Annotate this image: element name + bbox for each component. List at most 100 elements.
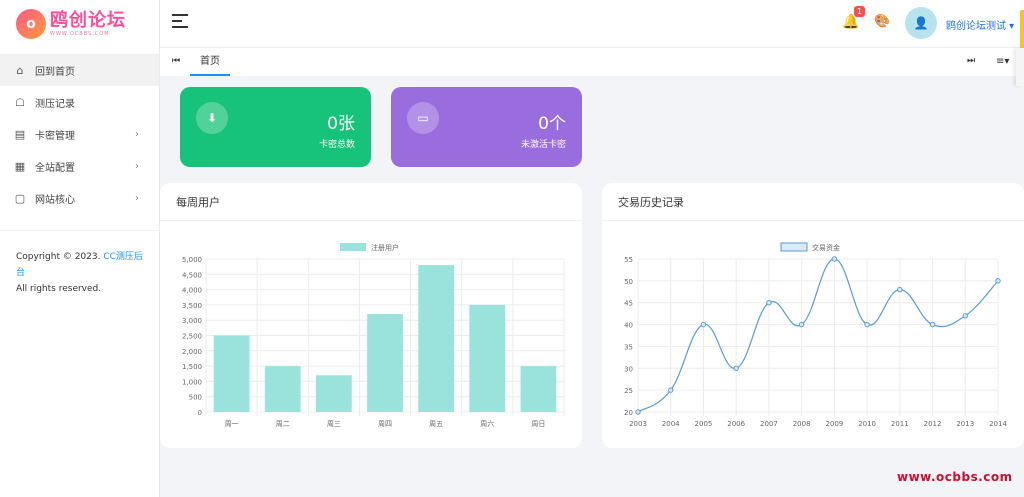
data-point [995, 278, 1001, 284]
x-tick-label: 周六 [480, 419, 494, 428]
sidebar-item-config[interactable]: ▦ 全站配置 › [0, 150, 159, 182]
legend-label: 注册用户 [371, 243, 399, 252]
y-tick-label: 1,000 [182, 378, 202, 386]
y-tick-label: 500 [189, 394, 202, 402]
chevron-right-icon: › [135, 160, 139, 172]
y-tick-label: 3,000 [182, 317, 202, 325]
y-tick-label: 35 [624, 343, 633, 351]
palette-icon[interactable]: 🎨 [874, 14, 890, 29]
data-point [897, 286, 903, 293]
last-tab-icon[interactable]: ⏭ [967, 56, 975, 66]
weekly-users-card: 每周用户 注册用户 0 500 1,000 1,500 2,000 2,500 3,000 3,… [160, 183, 582, 448]
transaction-history-chart: 交易资金 20 25 30 35 40 45 50 55 2003 2004 2005 2006 2007… [624, 242, 1007, 428]
first-tab-icon[interactable]: ⏮ [172, 56, 180, 66]
tab-menu-icon[interactable]: ≡▾ [996, 56, 1009, 67]
data-point [929, 321, 936, 328]
download-icon: ⬇ [196, 102, 228, 134]
card-icon: ▤ [14, 127, 26, 141]
series-line [637, 258, 999, 413]
x-tick-label: 周一 [225, 420, 239, 428]
stat-card-total-cards: ⬇ 0张 卡密总数 [180, 87, 371, 167]
bar [264, 366, 301, 412]
sidebar-item-label: 卡密管理 [35, 130, 75, 142]
y-tick-label: 4,500 [182, 271, 202, 279]
data-point [733, 365, 739, 371]
y-tick-label: 4,000 [182, 287, 202, 295]
bar [469, 304, 506, 412]
logo-subtitle: WWW.OCBBS.COM [50, 31, 110, 37]
copyright: Copyright © 2023. CC测压后台 All rights rese… [0, 230, 159, 297]
sidebar-item-records[interactable]: ☖ 测压记录 [0, 86, 159, 118]
file-icon: ▢ [14, 191, 26, 205]
legend-label: 交易资金 [812, 243, 840, 252]
x-tick-label: 2009 [825, 420, 843, 428]
x-tick-label: 2004 [662, 420, 680, 428]
menu-toggle-icon[interactable] [172, 14, 188, 30]
copyright-suffix: All rights reserved. [16, 284, 102, 294]
watermark: www.ocbbs.com [897, 470, 1013, 484]
x-tick-label: 2005 [695, 420, 713, 428]
x-tick-label: 周三 [327, 420, 341, 428]
x-tick-label: 2013 [956, 420, 974, 428]
side-handle[interactable] [1020, 10, 1024, 50]
message-icon: ▭ [407, 102, 439, 134]
logo[interactable]: o 鸥创论坛 WWW.OCBBS.COM [0, 0, 159, 48]
stat-label: 未激活卡密 [520, 140, 566, 150]
sidebar-item-home[interactable]: ⌂ 回到首页 [0, 54, 159, 86]
y-tick-label: 55 [624, 256, 633, 264]
sidebar: o 鸥创论坛 WWW.OCBBS.COM ⌂ 回到首页 ☖ 测压记录 ▤ 卡密管… [0, 0, 160, 497]
avatar[interactable]: 👤 [905, 7, 937, 39]
x-tick-label: 2012 [924, 420, 942, 428]
x-tick-label: 2003 [629, 420, 647, 428]
y-tick-label: 1,500 [182, 363, 202, 371]
stat-value: 0个 [538, 114, 566, 134]
data-point [635, 409, 641, 415]
sidebar-item-cards[interactable]: ▤ 卡密管理 › [0, 118, 159, 150]
tab-home[interactable]: 首页 [190, 48, 230, 76]
data-point [700, 321, 707, 328]
x-tick-label: 周四 [378, 420, 392, 428]
chevron-right-icon: › [135, 192, 139, 204]
data-point [831, 256, 838, 262]
y-tick-label: 5,000 [182, 256, 202, 264]
card-title: 交易历史记录 [602, 183, 1024, 221]
y-tick-label: 40 [624, 322, 633, 330]
sidebar-menu: ⌂ 回到首页 ☖ 测压记录 ▤ 卡密管理 › ▦ 全站配置 › ▢ 网站核心 › [0, 54, 159, 214]
stat-label: 卡密总数 [318, 140, 355, 150]
y-tick-label: 30 [624, 365, 633, 373]
tab-bar: ⏮ 首页 ⏭ ≡▾ [160, 48, 1024, 76]
sidebar-item-label: 测压记录 [35, 98, 75, 110]
weekly-users-chart: 注册用户 0 500 1,000 1,500 2,000 2,500 3,000 3,500 4,… [182, 243, 565, 428]
settings-drawer-edge [1016, 48, 1024, 86]
x-tick-label: 2007 [760, 420, 778, 428]
bar [315, 375, 352, 412]
x-tick-label: 2008 [793, 420, 811, 428]
data-point [668, 387, 674, 393]
copyright-prefix: Copyright © 2023. [16, 252, 104, 262]
logo-text: 鸥创论坛 WWW.OCBBS.COM [50, 10, 126, 38]
data-point [798, 321, 805, 328]
bar [520, 366, 557, 412]
y-tick-label: 2,000 [182, 348, 202, 356]
stat-value: 0张 [327, 114, 355, 134]
x-tick-label: 周日 [531, 420, 545, 428]
y-tick-label: 50 [624, 278, 633, 286]
x-tick-label: 2011 [891, 420, 909, 428]
transaction-history-card: 交易历史记录 交易资金 20 25 30 35 40 45 50 55 2003 2004 2005 2… [602, 183, 1024, 448]
y-tick-label: 2,500 [182, 333, 202, 341]
stat-card-inactive-cards: ▭ 0个 未激活卡密 [391, 87, 582, 167]
sidebar-item-label: 全站配置 [35, 162, 75, 174]
y-tick-label: 3,500 [182, 302, 202, 310]
user-dropdown[interactable]: 鸥创论坛测试 ▾ [946, 17, 1014, 32]
sidebar-item-core[interactable]: ▢ 网站核心 › [0, 182, 159, 214]
x-tick-label: 2014 [989, 420, 1007, 428]
bar [213, 335, 250, 412]
record-icon: ☖ [15, 95, 25, 109]
home-icon: ⌂ [16, 63, 24, 77]
y-tick-label: 45 [624, 300, 633, 308]
logo-title: 鸥创论坛 [50, 10, 126, 31]
x-tick-label: 周二 [276, 420, 290, 428]
sidebar-item-label: 网站核心 [35, 194, 75, 206]
x-tick-label: 2010 [858, 420, 876, 428]
x-tick-label: 2006 [727, 420, 745, 428]
